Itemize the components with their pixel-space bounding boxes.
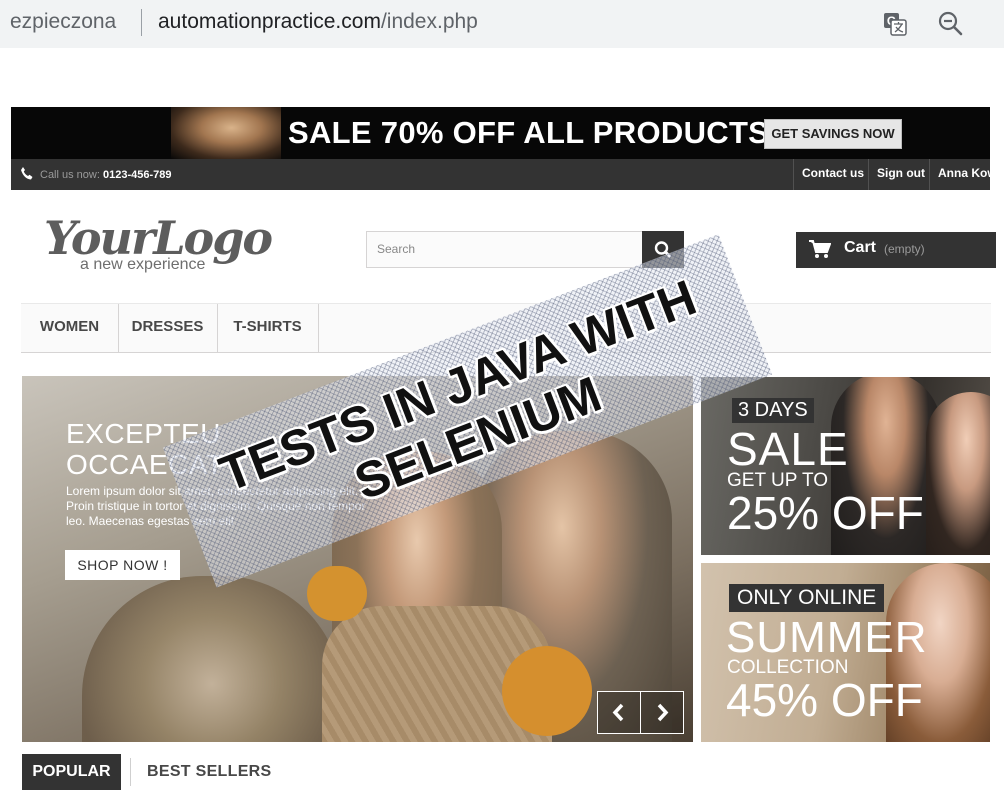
search-input[interactable] bbox=[367, 232, 637, 265]
banner-model-woman bbox=[926, 392, 990, 555]
sign-out-link[interactable]: Sign out bbox=[868, 159, 933, 190]
tab-best-sellers[interactable]: BEST SELLERS bbox=[147, 754, 272, 790]
summer-banner[interactable]: ONLY ONLINE SUMMER COLLECTION 45% OFF bbox=[701, 563, 990, 742]
site-logo[interactable]: YourLogo a new experience bbox=[40, 205, 290, 277]
tab-popular[interactable]: POPULAR bbox=[22, 754, 121, 790]
phone-icon bbox=[20, 167, 34, 180]
zoom-out-icon[interactable] bbox=[937, 10, 965, 38]
tab-divider bbox=[130, 758, 131, 786]
cart-icon bbox=[809, 240, 831, 258]
url-path: /index.php bbox=[380, 10, 478, 33]
translate-icon[interactable]: G bbox=[881, 10, 909, 38]
slider-foliage bbox=[82, 576, 342, 742]
sale-banner-discount: 25% OFF bbox=[727, 487, 924, 539]
search-box bbox=[366, 231, 643, 268]
promo-model-image bbox=[171, 107, 281, 159]
contact-us-link[interactable]: Contact us bbox=[793, 159, 872, 190]
url-field[interactable]: automationpractice.com/index.php bbox=[158, 10, 478, 34]
slider-mitten bbox=[502, 646, 592, 736]
account-link[interactable]: Anna Kow bbox=[929, 159, 1004, 190]
call-us: Call us now: 0123-456-789 bbox=[20, 167, 172, 181]
summer-banner-title: SUMMER bbox=[726, 613, 928, 662]
get-savings-button[interactable]: GET SAVINGS NOW bbox=[764, 119, 902, 149]
menu-item-women[interactable]: WOMEN bbox=[21, 304, 119, 352]
menu-item-tshirts[interactable]: T-SHIRTS bbox=[217, 304, 319, 352]
cart-button[interactable]: Cart (empty) bbox=[796, 232, 996, 268]
summer-banner-discount: 45% OFF bbox=[726, 674, 923, 726]
address-divider bbox=[141, 9, 142, 36]
summer-banner-tag: ONLY ONLINE bbox=[729, 584, 885, 612]
cart-status: (empty) bbox=[884, 242, 925, 256]
sale-banner-tag: 3 DAYS bbox=[732, 398, 814, 423]
slider-mitten-small bbox=[307, 566, 367, 621]
promo-headline: SALE 70% OFF ALL PRODUCTS bbox=[288, 115, 770, 150]
security-label: ezpieczona bbox=[10, 10, 117, 33]
logo-tagline: a new experience bbox=[80, 256, 206, 273]
cart-label: Cart bbox=[844, 239, 877, 256]
browser-address-bar: ezpieczona automationpractice.com/index.… bbox=[0, 0, 1004, 48]
sale-banner[interactable]: 3 DAYS SALE GET UP TO 25% OFF bbox=[701, 377, 990, 555]
phone-number: 0123-456-789 bbox=[102, 169, 172, 181]
slider-next-button[interactable] bbox=[640, 691, 684, 734]
menu-item-dresses[interactable]: DRESSES bbox=[118, 304, 218, 352]
top-nav: Call us now: 0123-456-789 Contact us Sig… bbox=[11, 159, 997, 190]
url-host: automationpractice.com bbox=[158, 10, 381, 33]
promo-banner[interactable]: SALE 70% OFF ALL PRODUCTS GET SAVINGS NO… bbox=[11, 107, 990, 159]
chevron-right-icon bbox=[657, 703, 669, 722]
slider-prev-button[interactable] bbox=[597, 691, 641, 734]
sale-banner-title: SALE bbox=[727, 423, 849, 475]
shop-now-button[interactable]: SHOP NOW ! bbox=[65, 550, 180, 580]
call-us-label: Call us now: bbox=[40, 169, 100, 181]
chevron-left-icon bbox=[612, 703, 624, 722]
